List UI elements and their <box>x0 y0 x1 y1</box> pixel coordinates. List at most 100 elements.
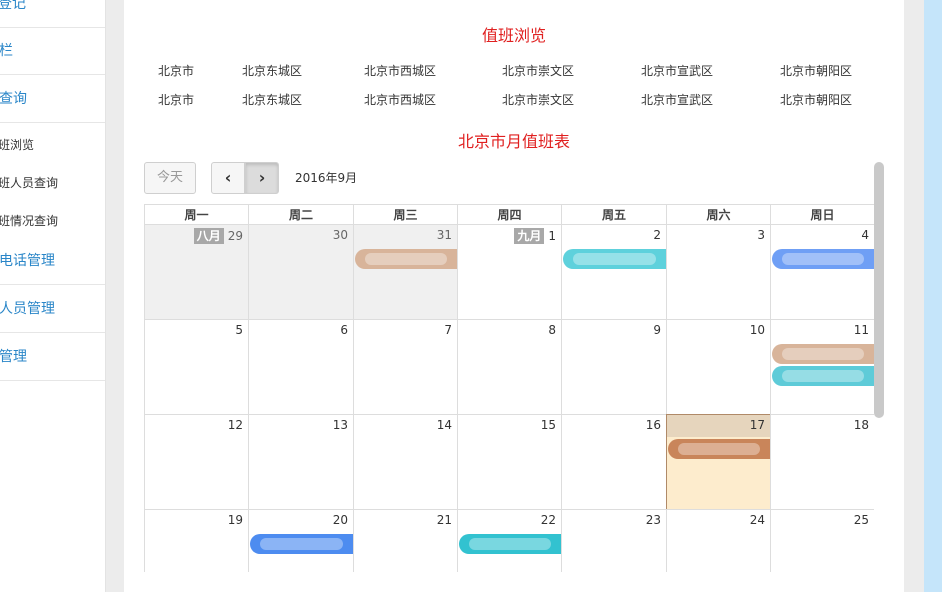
day-cell-today[interactable]: 17 <box>666 414 771 510</box>
day-cell[interactable]: 4 <box>770 224 874 320</box>
day-number: 22 <box>541 513 556 527</box>
day-cell[interactable]: 7 <box>353 319 458 415</box>
location-link[interactable]: 北京市崇文区 <box>502 91 574 108</box>
day-number-text: 2 <box>653 228 661 242</box>
day-number: 14 <box>437 418 452 432</box>
day-number-text: 29 <box>227 229 243 243</box>
day-cell[interactable]: 5 <box>144 319 249 415</box>
day-number-text: 24 <box>749 513 765 527</box>
day-cell[interactable]: 8 <box>457 319 562 415</box>
sidebar-item-3[interactable]: 班浏览 <box>0 126 105 164</box>
location-link[interactable]: 北京市宣武区 <box>641 62 713 79</box>
calendar-scrollbar[interactable] <box>874 162 884 418</box>
location-link[interactable]: 北京市崇文区 <box>502 62 574 79</box>
sidebar-item-label: 电话管理 <box>0 253 55 269</box>
duty-event[interactable] <box>459 534 561 554</box>
day-number: 23 <box>646 513 661 527</box>
event-blurred-text <box>782 370 864 382</box>
duty-event[interactable] <box>772 344 874 364</box>
day-cell[interactable]: 10 <box>666 319 771 415</box>
day-cell[interactable]: 9 <box>561 319 667 415</box>
day-cell[interactable]: 14 <box>353 414 458 510</box>
sidebar-item-1[interactable]: 栏 <box>0 27 105 75</box>
day-cell[interactable]: 6 <box>248 319 354 415</box>
sidebar-item-label: 班人员查询 <box>0 176 59 190</box>
sidebar-item-8[interactable]: 管理 <box>0 333 105 381</box>
sidebar-item-4[interactable]: 班人员查询 <box>0 164 105 202</box>
location-link[interactable]: 北京东城区 <box>242 91 302 108</box>
duty-event[interactable] <box>563 249 666 269</box>
day-number: 19 <box>228 513 243 527</box>
sidebar-item-0[interactable]: 登记 <box>0 0 105 28</box>
duty-event[interactable] <box>772 249 874 269</box>
day-cell[interactable]: 2 <box>561 224 667 320</box>
weekday-header: 周五 <box>561 204 667 225</box>
day-cell[interactable]: 21 <box>353 509 458 572</box>
location-row-2: 北京市 北京东城区 北京市西城区 北京市崇文区 北京市宣武区 北京市朝阳区 <box>124 91 904 111</box>
duty-event[interactable] <box>250 534 353 554</box>
event-blurred-text <box>365 253 447 265</box>
sidebar-item-6[interactable]: 电话管理 <box>0 237 105 285</box>
next-month-button[interactable]: › <box>245 162 279 194</box>
day-number: 九月 1 <box>514 228 556 244</box>
month-calendar: 周一 周二 周三 周四 周五 周六 周日 八月 29 30 31 九月 1 2 3 4 5 6 7 8 9 10 11 12 1… <box>144 204 874 572</box>
location-link[interactable]: 北京市朝阳区 <box>780 91 852 108</box>
day-number: 4 <box>861 228 869 242</box>
day-number-text: 11 <box>853 323 869 337</box>
day-number-text: 6 <box>340 323 348 337</box>
day-cell[interactable]: 23 <box>561 509 667 572</box>
day-number: 20 <box>333 513 348 527</box>
sidebar-item-2[interactable]: 查询 <box>0 75 105 123</box>
sidebar-item-label: 人员管理 <box>0 301 55 317</box>
today-button[interactable]: 今天 <box>144 162 196 194</box>
location-link[interactable]: 北京市西城区 <box>364 91 436 108</box>
day-number: 3 <box>757 228 765 242</box>
chevron-left-icon: ‹ <box>224 168 232 187</box>
day-number: 17 <box>750 418 765 432</box>
event-blurred-text <box>260 538 343 550</box>
day-cell[interactable]: 19 <box>144 509 249 572</box>
day-number: 12 <box>228 418 243 432</box>
prev-month-button[interactable]: ‹ <box>211 162 245 194</box>
location-link[interactable]: 北京市宣武区 <box>641 91 713 108</box>
location-link[interactable]: 北京市西城区 <box>364 62 436 79</box>
location-link[interactable]: 北京市 <box>158 91 194 108</box>
day-number-text: 1 <box>548 229 556 243</box>
event-blurred-text <box>678 443 760 455</box>
sidebar-item-label: 登记 <box>0 0 26 12</box>
day-cell[interactable]: 30 <box>248 224 354 320</box>
day-number-text: 18 <box>853 418 869 432</box>
location-link[interactable]: 北京市朝阳区 <box>780 62 852 79</box>
duty-event[interactable] <box>668 439 770 459</box>
duty-event[interactable] <box>772 366 874 386</box>
duty-event[interactable] <box>355 249 457 269</box>
day-cell[interactable]: 15 <box>457 414 562 510</box>
location-link[interactable]: 北京东城区 <box>242 62 302 79</box>
day-cell[interactable]: 八月 29 <box>144 224 249 320</box>
day-cell[interactable]: 25 <box>770 509 874 572</box>
day-cell[interactable]: 3 <box>666 224 771 320</box>
sidebar-item-7[interactable]: 人员管理 <box>0 285 105 333</box>
day-number-text: 21 <box>436 513 452 527</box>
sidebar-item-label: 班浏览 <box>0 138 35 152</box>
sidebar-item-5[interactable]: 班情况查询 <box>0 202 105 240</box>
day-cell[interactable]: 16 <box>561 414 667 510</box>
day-cell[interactable]: 12 <box>144 414 249 510</box>
event-blurred-text <box>782 253 864 265</box>
day-number: 9 <box>653 323 661 337</box>
sidebar-item-label: 栏 <box>0 43 13 59</box>
day-number: 11 <box>854 323 869 337</box>
month-badge: 九月 <box>514 228 545 244</box>
weekday-header: 周一 <box>144 204 249 225</box>
day-number: 31 <box>437 228 452 242</box>
day-cell[interactable]: 18 <box>770 414 874 510</box>
day-cell[interactable]: 31 <box>353 224 458 320</box>
day-number-text: 7 <box>444 323 452 337</box>
day-cell[interactable]: 九月 1 <box>457 224 562 320</box>
day-number: 18 <box>854 418 869 432</box>
day-number-text: 17 <box>749 418 765 432</box>
location-link[interactable]: 北京市 <box>158 62 194 79</box>
chevron-right-icon: › <box>258 168 266 187</box>
day-cell[interactable]: 24 <box>666 509 771 572</box>
day-cell[interactable]: 13 <box>248 414 354 510</box>
